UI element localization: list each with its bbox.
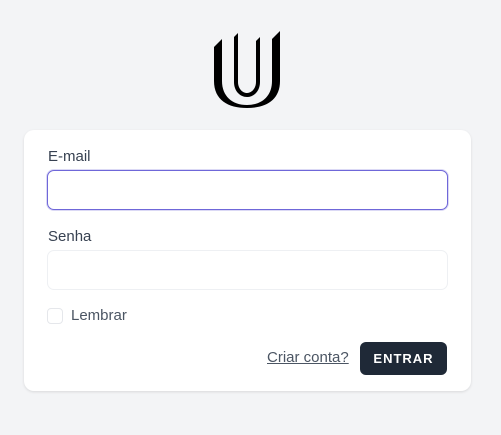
email-label: E-mail xyxy=(48,148,91,165)
password-field[interactable] xyxy=(47,250,448,290)
email-field[interactable] xyxy=(47,170,448,210)
login-page: E-mail Senha Lembrar Criar conta? ENTRAR xyxy=(0,0,501,435)
remember-checkbox[interactable] xyxy=(47,308,63,324)
login-button[interactable]: ENTRAR xyxy=(360,342,447,375)
remember-label: Lembrar xyxy=(71,307,127,324)
login-card: E-mail Senha Lembrar Criar conta? ENTRAR xyxy=(24,130,471,391)
create-account-link[interactable]: Criar conta? xyxy=(267,349,349,367)
u-logo-icon xyxy=(211,26,283,108)
remember-row[interactable]: Lembrar xyxy=(47,306,127,326)
password-label: Senha xyxy=(48,228,92,245)
